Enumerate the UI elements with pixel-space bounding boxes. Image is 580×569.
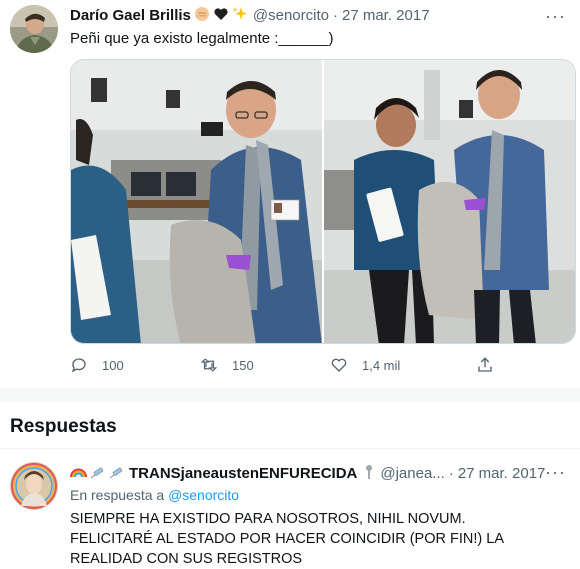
author-handle[interactable]: @senorcito (253, 7, 329, 24)
separator-dot: · (332, 7, 338, 24)
pin-emoji (363, 464, 375, 483)
reply-action[interactable]: 100 (70, 356, 124, 374)
reply-text: SIEMPRE HA EXISTIDO PARA NOSOTROS, NIHIL… (70, 511, 504, 567)
photo-right[interactable] (324, 60, 575, 343)
tweet: Darío Gael Brillis @senorcito · 27 mar. … (0, 0, 580, 388)
reply-icon (71, 358, 86, 373)
syringe-emoji (109, 464, 125, 483)
fist-emoji (194, 6, 210, 25)
like-action[interactable]: 1,4 mil (330, 356, 400, 374)
replies-divider (0, 448, 580, 449)
reply-date[interactable]: 27 mar. 2017 (458, 465, 546, 482)
like-count: 1,4 mil (362, 357, 401, 373)
reply-count: 100 (102, 357, 124, 373)
section-divider (0, 388, 580, 402)
author-avatar[interactable] (10, 5, 58, 53)
tweet-actions: 100 150 1,4 mil (70, 356, 510, 378)
tweet-text: Peñi que ya existo legalmente :______) (70, 30, 334, 47)
author-name[interactable]: Darío Gael Brillis (70, 7, 191, 24)
reply-author-avatar[interactable] (10, 462, 58, 510)
replying-to-handle[interactable]: @senorcito (168, 487, 239, 503)
black-heart-emoji (213, 6, 229, 25)
reply-header: TRANSjaneaustenENFURECIDA @janea... · 27… (70, 464, 545, 483)
sparkles-emoji (232, 6, 248, 25)
reply-author-handle[interactable]: @janea... (380, 465, 444, 482)
retweet-count: 150 (232, 357, 254, 373)
rainbow-emoji (70, 464, 87, 483)
replies-heading: Respuestas (10, 416, 117, 437)
retweet-action[interactable]: 150 (200, 356, 254, 374)
replying-to: En respuesta a @senorcito (70, 487, 239, 503)
tweet-date[interactable]: 27 mar. 2017 (342, 7, 430, 24)
tweet-media[interactable] (70, 59, 576, 344)
syringe-emoji (90, 464, 106, 483)
heart-icon (331, 358, 347, 372)
reply-author-name[interactable]: TRANSjaneaustenENFURECIDA (129, 465, 357, 482)
reply-more-options-icon[interactable]: ··· (545, 462, 566, 483)
media-gap (322, 60, 324, 343)
share-icon (478, 357, 492, 372)
replying-to-prefix: En respuesta a (70, 487, 165, 503)
more-options-icon[interactable]: ··· (545, 6, 566, 27)
retweet-icon (200, 358, 218, 372)
share-action[interactable] (476, 356, 508, 374)
photo-left[interactable] (71, 60, 322, 343)
tweet-header: Darío Gael Brillis @senorcito · 27 mar. … (70, 6, 430, 25)
separator-dot: · (448, 465, 454, 482)
